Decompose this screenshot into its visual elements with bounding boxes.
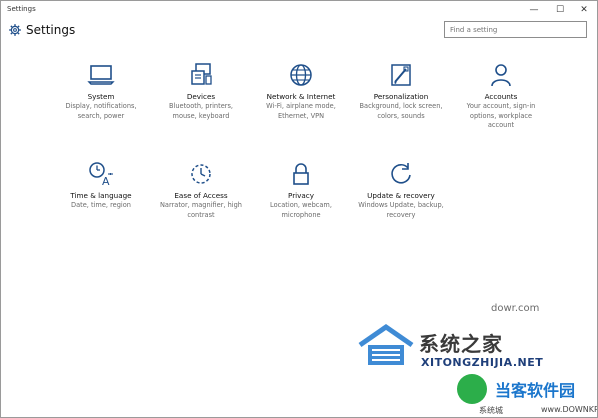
devices-icon — [191, 63, 212, 85]
tile-time-language[interactable]: A Time & language Date, time, region — [53, 159, 149, 211]
tile-description: Wi-Fi, airplane mode, Ethernet, VPN — [266, 102, 336, 120]
tile-description: Date, time, region — [71, 201, 131, 209]
settings-header: Settings — [1, 19, 597, 45]
time-language-icon: A — [89, 162, 113, 188]
tile-description: Narrator, magnifier, high contrast — [160, 201, 242, 219]
globe-icon — [290, 64, 312, 86]
tile-description: Location, webcam, microphone — [270, 201, 332, 219]
paintbrush-icon — [391, 64, 411, 86]
svg-text:A: A — [102, 175, 110, 188]
watermark-small: 系统城 — [479, 406, 503, 415]
tile-description: Display, notifications, search, power — [65, 102, 137, 120]
watermark-en: XITONGZHIJIA.NET — [421, 356, 544, 369]
tile-personalization[interactable]: Personalization Background, lock screen,… — [353, 60, 449, 121]
tile-label: Ease of Access — [174, 191, 228, 200]
tile-label: Time & language — [70, 191, 132, 200]
tile-description: Bluetooth, printers, mouse, keyboard — [169, 102, 233, 120]
tile-label: Accounts — [484, 92, 518, 101]
minimize-button[interactable]: — — [523, 1, 545, 19]
search-input[interactable] — [444, 21, 587, 38]
page-title: Settings — [26, 23, 76, 37]
settings-window: Settings — ☐ ✕ Settings System Display, … — [0, 0, 598, 418]
tile-description: Background, lock screen, colors, sounds — [359, 102, 443, 120]
close-button[interactable]: ✕ — [573, 1, 595, 19]
watermark-badge: 当客软件园 — [495, 381, 576, 400]
title-bar: Settings — ☐ ✕ — [1, 1, 597, 19]
monitor-icon — [87, 65, 115, 85]
gear-icon — [9, 24, 21, 36]
lock-icon — [293, 163, 309, 185]
tile-label: Privacy — [287, 191, 315, 200]
badge-logo-icon — [457, 374, 487, 404]
tile-label: Devices — [186, 92, 216, 101]
watermark-url: dowr.com — [491, 303, 540, 314]
tile-description: Windows Update, backup, recovery — [358, 201, 444, 219]
watermark-cn: 系统之家 — [419, 332, 503, 356]
tile-privacy[interactable]: Privacy Location, webcam, microphone — [253, 159, 349, 220]
tile-system[interactable]: System Display, notifications, search, p… — [53, 60, 149, 121]
tile-network[interactable]: Network & Internet Wi-Fi, airplane mode,… — [253, 60, 349, 121]
ease-of-access-icon — [191, 164, 211, 184]
tile-update-recovery[interactable]: Update & recovery Windows Update, backup… — [353, 159, 449, 220]
tile-label: Network & Internet — [266, 92, 336, 101]
refresh-icon — [391, 163, 411, 184]
window-title: Settings — [7, 5, 36, 13]
watermark-domain: www.DOWNKR.com — [541, 405, 598, 414]
tile-ease-of-access[interactable]: Ease of Access Narrator, magnifier, high… — [153, 159, 249, 220]
maximize-button[interactable]: ☐ — [549, 1, 571, 19]
tile-accounts[interactable]: Accounts Your account, sign-in options, … — [453, 60, 549, 131]
house-logo-icon — [358, 323, 414, 365]
tile-label: System — [87, 92, 115, 101]
tile-description: Your account, sign-in options, workplace… — [466, 102, 536, 129]
tile-label: Update & recovery — [367, 191, 435, 200]
tile-devices[interactable]: Devices Bluetooth, printers, mouse, keyb… — [153, 60, 249, 121]
person-icon — [491, 64, 511, 87]
tile-label: Personalization — [373, 92, 429, 101]
